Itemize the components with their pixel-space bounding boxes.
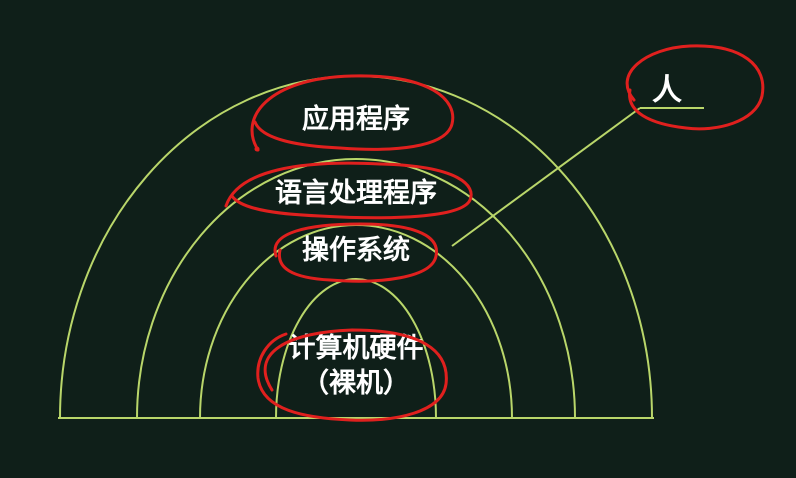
operating-system-layer-label: 操作系统: [302, 234, 410, 266]
application-layer-label: 应用程序: [302, 103, 410, 135]
language-processor-layer-label: 语言处理程序: [275, 177, 437, 209]
layered-system-diagram: 应用程序 语言处理程序 操作系统 计算机硬件 （裸机） 人: [0, 0, 796, 478]
hardware-layer-sublabel: （裸机）: [302, 368, 410, 399]
annotation-pen-dot: [254, 146, 260, 152]
user-label: 人: [652, 73, 682, 108]
